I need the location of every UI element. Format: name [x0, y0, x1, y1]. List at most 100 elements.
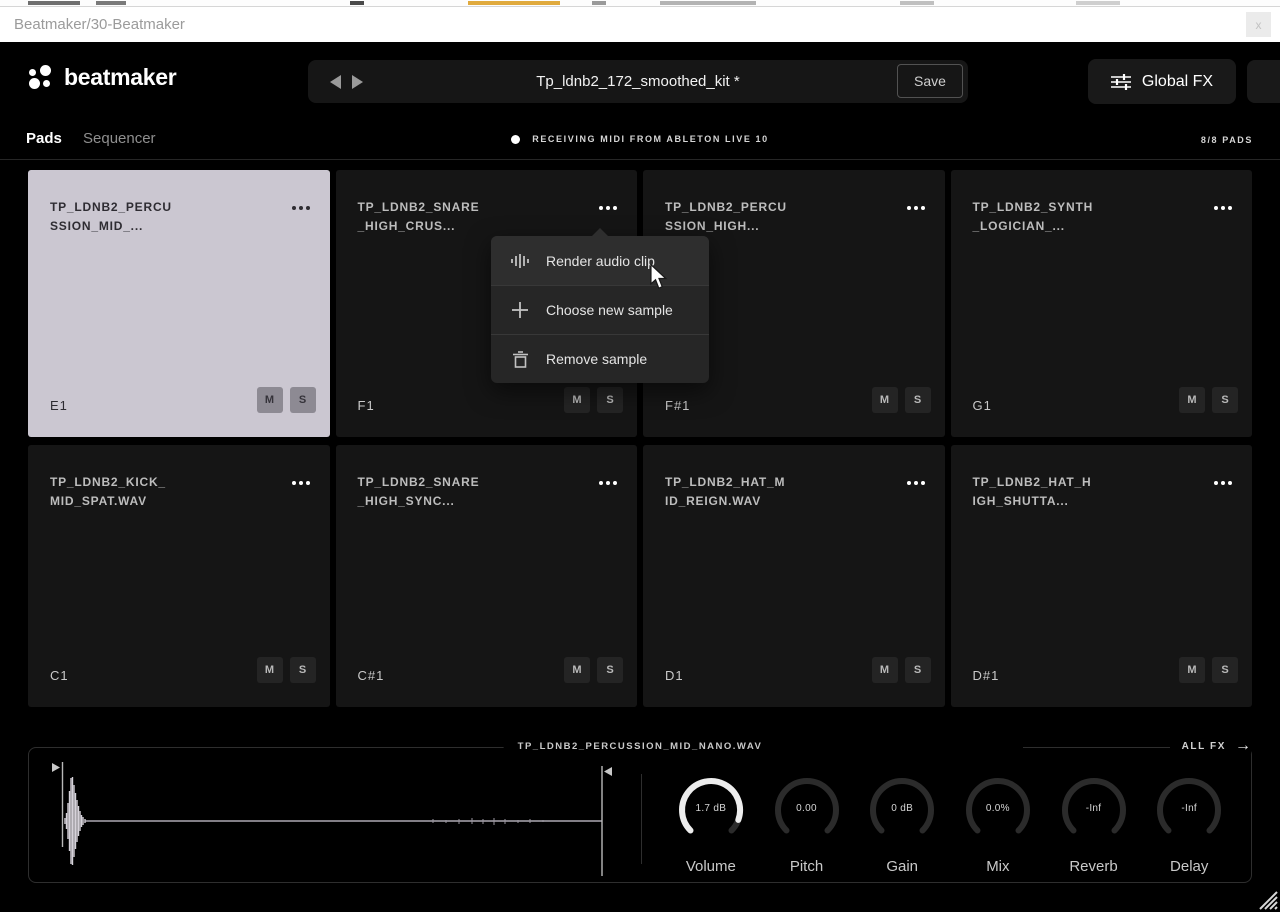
pad-menu-button[interactable]	[1214, 481, 1232, 485]
pad-dsharp1[interactable]: TP_LDNB2_HAT_H IGH_SHUTTA... D#1 M S	[950, 445, 1252, 707]
midi-status-text: RECEIVING MIDI FROM ABLETON LIVE 10	[532, 134, 769, 144]
background-fragment	[350, 1, 364, 5]
trash-icon	[511, 350, 529, 368]
midi-status: RECEIVING MIDI FROM ABLETON LIVE 10	[0, 134, 1280, 144]
pad-note-label: G1	[972, 398, 992, 413]
menu-item-choose-new-sample[interactable]: Choose new sample	[491, 285, 709, 334]
menu-item-remove-sample[interactable]: Remove sample	[491, 334, 709, 383]
sample-panel: TP_LDNB2_PERCUSSION_MID_NANO.WAV ALL FX …	[28, 738, 1253, 883]
menu-pointer	[592, 228, 608, 236]
pad-menu-button[interactable]	[599, 206, 617, 210]
pad-g1[interactable]: TP_LDNB2_SYNTH _LOGICIAN_... G1 M S	[950, 170, 1252, 437]
background-fragment	[900, 1, 934, 5]
solo-button[interactable]: S	[597, 387, 623, 413]
knob-label: Volume	[685, 858, 736, 875]
pad-note-label: D#1	[972, 668, 1000, 683]
pad-menu-button[interactable]	[906, 206, 925, 210]
preset-bar: Tp_ldnb2_172_smoothed_kit * Save	[308, 60, 968, 103]
solo-button[interactable]: S	[289, 387, 316, 413]
knob-value: 0.0%	[985, 803, 1010, 814]
mute-button[interactable]: M	[871, 657, 898, 683]
background-fragment	[1076, 1, 1120, 5]
trim-start-handle[interactable]	[52, 763, 60, 772]
brand-logo: beatmaker	[28, 64, 177, 91]
pad-note-label: F#1	[665, 398, 691, 413]
knob-value: 1.7 dB	[695, 803, 727, 814]
gain-knob[interactable]: 0 dB Gain	[854, 774, 950, 875]
pad-note-label: D1	[665, 668, 684, 683]
pad-c1[interactable]: TP_LDNB2_KICK_ MID_SPAT.WAV C1 M S	[28, 445, 330, 707]
mute-button[interactable]: M	[564, 657, 590, 683]
mute-button[interactable]: M	[256, 657, 283, 683]
waveform-transient	[64, 777, 86, 865]
midi-status-dot-icon	[511, 134, 521, 144]
knob-label: Delay	[1170, 858, 1209, 875]
menu-item-label: Render audio clip	[546, 252, 655, 269]
sliders-icon	[1110, 73, 1131, 90]
pad-sample-name: TP_LDNB2_PERCU SSION_MID_...	[50, 200, 172, 234]
arrow-right-icon: →	[1235, 737, 1251, 754]
solo-button[interactable]: S	[289, 657, 316, 683]
pad-menu-button[interactable]	[906, 481, 925, 485]
pad-menu-button[interactable]	[291, 206, 310, 210]
mute-button[interactable]: M	[256, 387, 283, 413]
pad-note-label: E1	[50, 398, 68, 413]
pad-menu-button[interactable]	[291, 481, 310, 485]
background-fragment	[96, 1, 126, 5]
reverb-knob[interactable]: -Inf Reverb	[1046, 774, 1142, 875]
pad-note-label: C1	[50, 668, 69, 683]
trim-end-handle[interactable]	[604, 767, 612, 776]
pad-sample-name: TP_LDNB2_PERCU SSION_HIGH...	[665, 200, 787, 234]
all-fx-label: ALL FX	[1181, 740, 1226, 752]
mute-button[interactable]: M	[564, 387, 590, 413]
knob-value: -Inf	[1085, 803, 1102, 814]
background-fragment	[592, 1, 606, 5]
pad-sample-name: TP_LDNB2_HAT_M ID_REIGN.WAV	[665, 475, 786, 509]
solo-button[interactable]: S	[904, 387, 931, 413]
global-fx-label: Global FX	[1141, 72, 1214, 90]
brand-name: beatmaker	[64, 64, 177, 90]
pad-menu-button[interactable]	[599, 481, 617, 485]
background-fragment	[28, 1, 80, 5]
resize-handle-icon[interactable]	[1254, 886, 1278, 910]
window-title: Beatmaker/30-Beatmaker	[14, 16, 185, 33]
all-fx-link[interactable]: ALL FX →	[1169, 737, 1251, 754]
delay-knob[interactable]: -Inf Delay	[1141, 774, 1237, 875]
save-button[interactable]: Save	[897, 64, 963, 98]
solo-button[interactable]: S	[1212, 387, 1238, 413]
knob-label: Mix	[986, 858, 1010, 875]
mute-button[interactable]: M	[1179, 657, 1205, 683]
sample-filename: TP_LDNB2_PERCUSSION_MID_NANO.WAV	[503, 741, 777, 752]
background-fragment	[468, 1, 560, 5]
pad-menu-button[interactable]	[1214, 206, 1232, 210]
close-icon[interactable]: x	[1246, 12, 1271, 37]
sample-waveform[interactable]	[31, 754, 641, 882]
pad-context-menu: Render audio clip Choose new sample Remo…	[491, 228, 709, 383]
volume-knob[interactable]: 1.7 dB Volume	[663, 774, 759, 875]
window-titlebar: Beatmaker/30-Beatmaker x	[0, 6, 1280, 42]
mouse-cursor	[650, 264, 668, 289]
pad-e1[interactable]: TP_LDNB2_PERCU SSION_MID_... E1 M S	[28, 170, 330, 437]
plus-icon	[511, 301, 529, 319]
mix-knob[interactable]: 0.0% Mix	[950, 774, 1046, 875]
waveform-icon	[511, 252, 529, 270]
pad-sample-name: TP_LDNB2_SNARE _HIGH_CRUS...	[357, 200, 480, 234]
knob-value: 0.00	[796, 803, 817, 814]
pad-d1[interactable]: TP_LDNB2_HAT_M ID_REIGN.WAV D1 M S	[643, 445, 945, 707]
solo-button[interactable]: S	[597, 657, 623, 683]
pad-sample-name: TP_LDNB2_SNARE _HIGH_SYNC...	[357, 475, 480, 509]
knob-value: 0 dB	[891, 803, 914, 814]
clipped-edge-button[interactable]	[1247, 60, 1280, 103]
knob-label: Gain	[886, 858, 919, 875]
pad-csharp1[interactable]: TP_LDNB2_SNARE _HIGH_SYNC... C#1 M S	[335, 445, 637, 707]
pad-note-label: C#1	[357, 668, 385, 683]
solo-button[interactable]: S	[904, 657, 931, 683]
beatmaker-logo-icon	[28, 65, 53, 90]
solo-button[interactable]: S	[1212, 657, 1238, 683]
mute-button[interactable]: M	[871, 387, 898, 413]
menu-item-render-audio-clip[interactable]: Render audio clip	[491, 236, 709, 285]
mute-button[interactable]: M	[1179, 387, 1205, 413]
border-gap	[757, 746, 1023, 750]
global-fx-button[interactable]: Global FX	[1088, 59, 1236, 104]
pitch-knob[interactable]: 0.00 Pitch	[759, 774, 855, 875]
